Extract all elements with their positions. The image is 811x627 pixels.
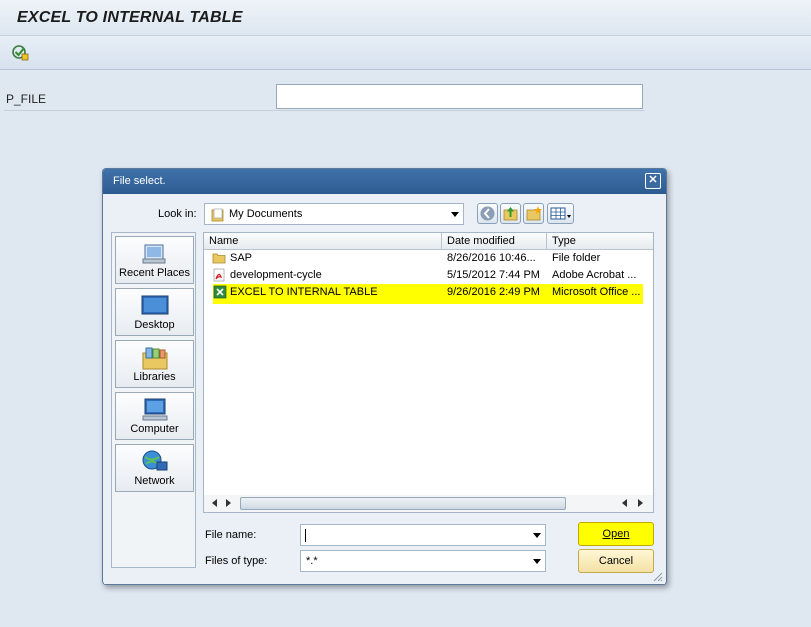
- dialog-header: File select. ✕: [103, 169, 666, 194]
- file-type-select[interactable]: *.*: [300, 550, 546, 572]
- place-label: Network: [134, 475, 175, 487]
- dialog-title: File select.: [113, 175, 166, 187]
- file-type: Microsoft Office ...: [552, 286, 641, 298]
- file-type: File folder: [552, 252, 601, 264]
- p-file-label: P_FILE: [6, 92, 47, 106]
- place-network[interactable]: Network: [115, 444, 194, 492]
- close-icon[interactable]: ✕: [645, 173, 661, 189]
- file-name-input[interactable]: [300, 524, 546, 546]
- text-caret: [305, 529, 306, 542]
- back-icon[interactable]: [477, 203, 498, 224]
- column-header-name[interactable]: Name: [204, 233, 442, 250]
- application-toolbar: [0, 36, 811, 70]
- parameter-row: P_FILE: [4, 84, 644, 111]
- scroll-left-icon[interactable]: [622, 499, 627, 507]
- horizontal-scrollbar[interactable]: [204, 495, 653, 512]
- column-header-date[interactable]: Date modified: [442, 233, 547, 250]
- pdf-icon: [212, 268, 226, 282]
- file-row[interactable]: development-cycle 5/15/2012 7:44 PM Adob…: [204, 267, 653, 284]
- libraries-icon: [140, 345, 170, 371]
- desktop-icon: [140, 293, 170, 319]
- place-desktop[interactable]: Desktop: [115, 288, 194, 336]
- execute-icon[interactable]: [11, 43, 29, 61]
- p-file-input[interactable]: [276, 84, 643, 109]
- place-label: Computer: [130, 423, 179, 435]
- folder-icon: [212, 251, 226, 265]
- file-name-label: File name:: [205, 529, 257, 541]
- chevron-down-icon[interactable]: [451, 212, 459, 217]
- chevron-down-icon[interactable]: [533, 533, 541, 538]
- look-in-value: My Documents: [229, 208, 303, 220]
- dialog-body: Look in: My Documents Recent Places Desk…: [104, 194, 665, 584]
- chevron-down-icon[interactable]: [533, 559, 541, 564]
- file-row[interactable]: SAP 8/26/2016 10:46... File folder: [204, 250, 653, 267]
- place-computer[interactable]: Computer: [115, 392, 194, 440]
- scroll-right-icon[interactable]: [638, 499, 643, 507]
- view-menu-icon[interactable]: [547, 203, 574, 224]
- file-name: EXCEL TO INTERNAL TABLE: [230, 286, 378, 298]
- file-type: Adobe Acrobat ...: [552, 269, 637, 281]
- open-button[interactable]: Open: [578, 522, 654, 546]
- scrollbar-thumb[interactable]: [240, 497, 566, 510]
- file-type-value: *.*: [306, 555, 318, 567]
- file-name: SAP: [230, 252, 253, 264]
- place-recent[interactable]: Recent Places: [115, 236, 194, 284]
- computer-icon: [140, 397, 170, 423]
- recent-places-icon: [140, 241, 170, 267]
- up-folder-icon[interactable]: [500, 203, 521, 224]
- place-libraries[interactable]: Libraries: [115, 340, 194, 388]
- look-in-label: Look in:: [158, 208, 197, 220]
- window-titlebar: EXCEL TO INTERNAL TABLE: [0, 0, 811, 36]
- documents-folder-icon: [211, 208, 225, 225]
- place-label: Libraries: [133, 371, 176, 383]
- scroll-left-icon[interactable]: [212, 499, 217, 507]
- excel-icon: [213, 285, 227, 299]
- places-bar: Recent Places Desktop Libraries Computer: [111, 232, 196, 568]
- cancel-button[interactable]: Cancel: [578, 549, 654, 573]
- file-date: 8/26/2016 10:46...: [447, 252, 536, 264]
- file-select-dialog: File select. ✕ Look in: My Documents Rec…: [102, 168, 667, 585]
- look-in-combo[interactable]: My Documents: [204, 203, 464, 225]
- file-name: development-cycle: [230, 269, 322, 281]
- scroll-right-icon[interactable]: [226, 499, 231, 507]
- file-row-selected[interactable]: EXCEL TO INTERNAL TABLE 9/26/2016 2:49 P…: [213, 284, 643, 304]
- place-label: Desktop: [134, 319, 175, 331]
- column-header-type[interactable]: Type: [547, 233, 653, 250]
- network-icon: [140, 449, 170, 475]
- file-list: Name Date modified Type SAP 8/26/2016 10…: [203, 232, 654, 513]
- resize-grip-icon[interactable]: [651, 570, 663, 582]
- new-folder-icon[interactable]: [523, 203, 544, 224]
- page-title: EXCEL TO INTERNAL TABLE: [17, 9, 243, 26]
- place-label: Recent Places: [119, 267, 190, 279]
- file-date: 5/15/2012 7:44 PM: [447, 269, 540, 281]
- file-type-label: Files of type:: [205, 555, 268, 567]
- file-date: 9/26/2016 2:49 PM: [447, 286, 540, 298]
